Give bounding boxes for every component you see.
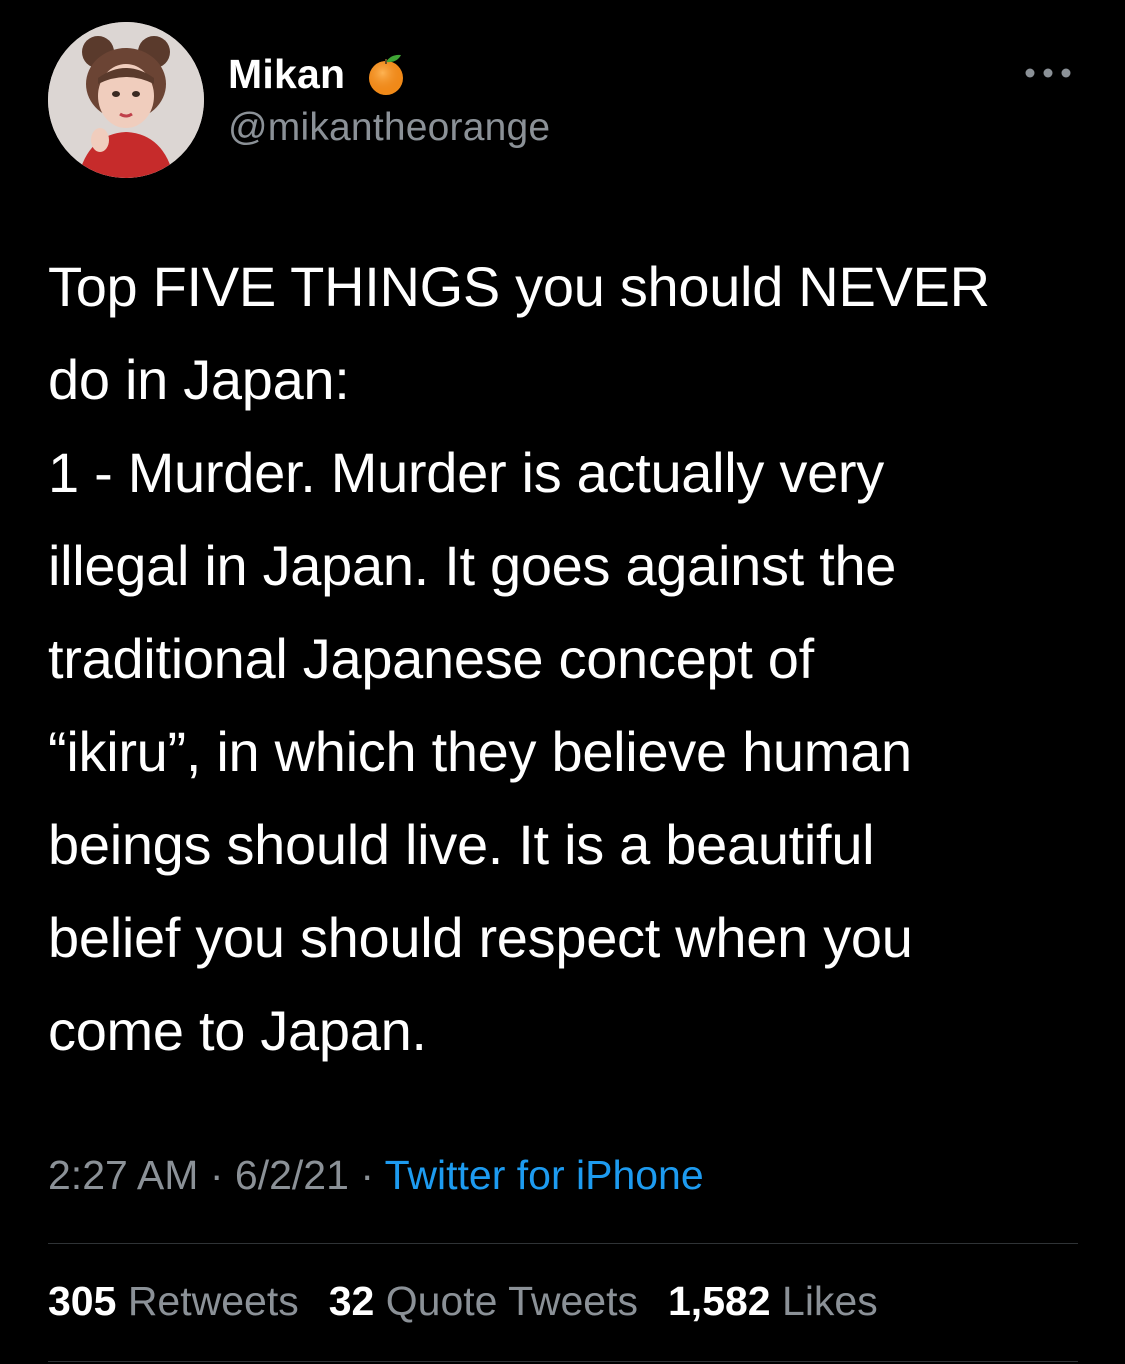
tweet-line: come to Japan. <box>48 999 427 1062</box>
retweets-label: Retweets <box>127 1278 299 1324</box>
quote-tweets-count: 32 <box>328 1278 375 1324</box>
tweet-source-link[interactable]: Twitter for iPhone <box>385 1152 704 1198</box>
name-row: Mikan <box>228 48 550 100</box>
author-block[interactable]: Mikan @mikantheorange <box>228 48 550 150</box>
tweet-date[interactable]: 6/2/21 <box>235 1152 349 1198</box>
display-name[interactable]: Mikan <box>228 51 345 98</box>
tweet-text: Top FIVE THINGS you should NEVER do in J… <box>48 240 1098 1077</box>
likes-count: 1,582 <box>668 1278 771 1324</box>
quote-tweets-label: Quote Tweets <box>385 1278 638 1324</box>
divider <box>48 1361 1078 1362</box>
tweet-line: traditional Japanese concept of <box>48 627 814 690</box>
tweet-line: beings should live. It is a beautiful <box>48 813 875 876</box>
tweet-line: 1 - Murder. Murder is actually very <box>48 441 884 504</box>
retweets-stat[interactable]: 305 Retweets <box>48 1278 299 1325</box>
likes-stat[interactable]: 1,582 Likes <box>668 1278 878 1325</box>
tangerine-icon <box>363 51 409 97</box>
tweet-line: belief you should respect when you <box>48 906 913 969</box>
likes-label: Likes <box>782 1278 878 1324</box>
retweets-count: 305 <box>48 1278 117 1324</box>
divider <box>48 1243 1078 1244</box>
tweet-line: Top FIVE THINGS you should NEVER <box>48 255 990 318</box>
user-avatar-photo <box>48 22 204 178</box>
tweet-stats: 305 Retweets 32 Quote Tweets 1,582 Likes <box>48 1278 878 1325</box>
handle[interactable]: @mikantheorange <box>228 106 550 150</box>
avatar[interactable] <box>48 22 204 178</box>
tweet-line: “ikiru”, in which they believe human <box>48 720 912 783</box>
tweet-meta: 2:27 AM · 6/2/21 · Twitter for iPhone <box>48 1152 704 1199</box>
tweet-line: illegal in Japan. It goes against the <box>48 534 897 597</box>
quote-tweets-stat[interactable]: 32 Quote Tweets <box>329 1278 638 1325</box>
more-options-icon[interactable] <box>1022 60 1074 86</box>
tweet-time[interactable]: 2:27 AM <box>48 1152 198 1198</box>
meta-separator: · <box>360 1152 374 1198</box>
meta-separator: · <box>209 1152 224 1198</box>
tweet-line: do in Japan: <box>48 348 350 411</box>
